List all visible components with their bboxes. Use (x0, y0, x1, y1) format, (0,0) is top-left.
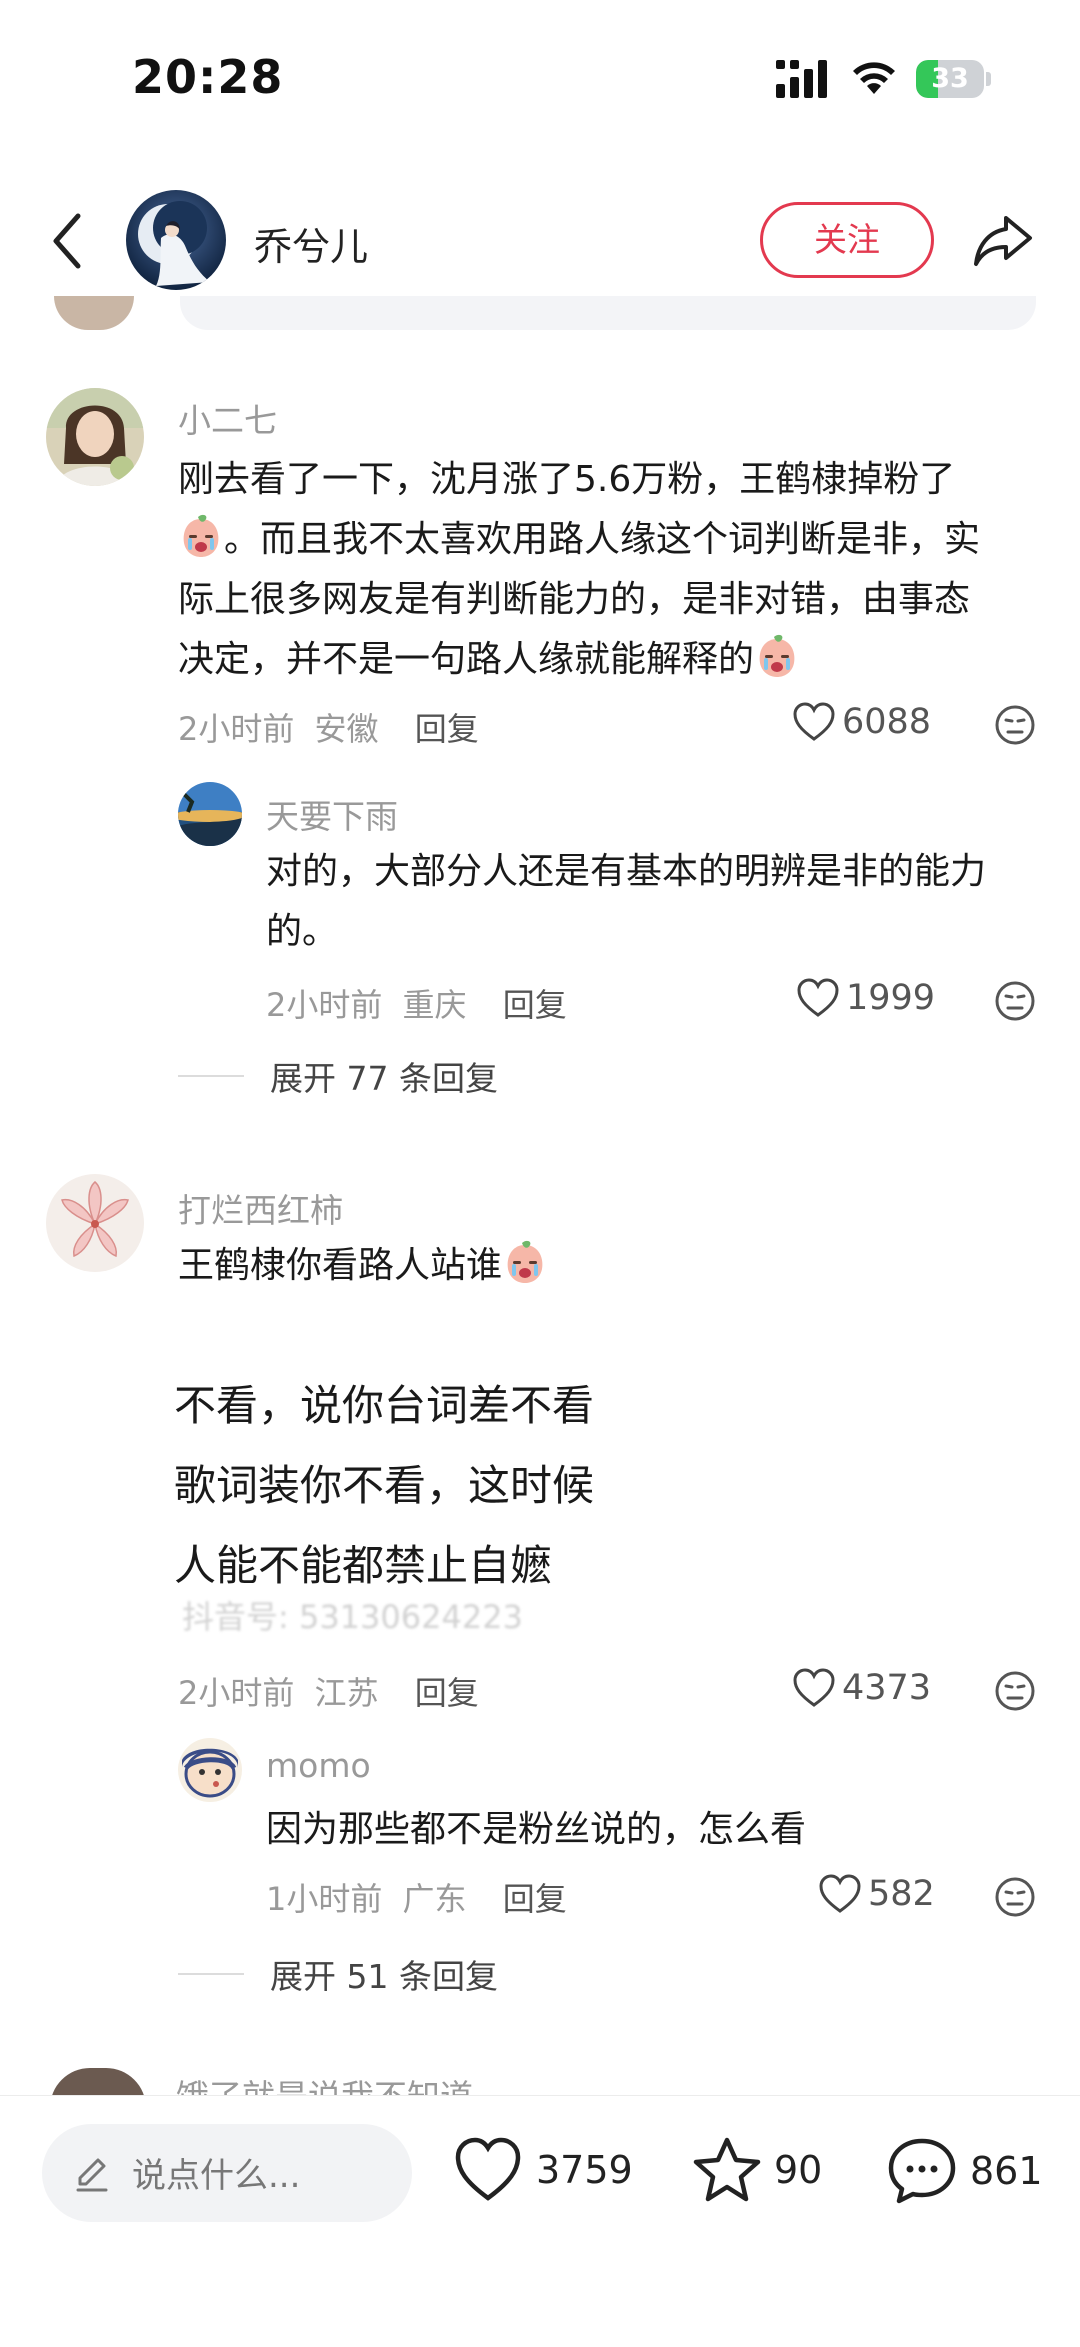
cellular-signal-icon (776, 60, 827, 98)
post-favorite-button[interactable]: 90 (692, 2136, 822, 2204)
post-comment-button[interactable]: 861 (886, 2136, 1043, 2206)
expand-replies-button[interactable]: 展开 51 条回复 (178, 1950, 498, 1998)
image-watermark: 抖音号: 53130624223 (182, 1598, 523, 1636)
reply-button[interactable]: 回复 (415, 1674, 479, 1712)
comment-meta: 2小时前 安徽 回复 (178, 704, 479, 750)
crying-peach-emoji-icon (507, 1240, 543, 1283)
image-text-line: 不看，说你台词差不看 (174, 1381, 595, 1430)
comment-avatar[interactable] (46, 1174, 144, 1272)
reply-line: 对的，大部分人还是有基本的明辨是非的能力 (266, 851, 987, 892)
lily-flower-avatar-image (46, 1174, 144, 1272)
like-count: 1999 (846, 978, 936, 1018)
reply-location: 重庆 (402, 986, 467, 1024)
like-button[interactable]: 6088 (792, 702, 931, 742)
comment-time: 2小时前 (178, 710, 295, 748)
comment-attached-image[interactable]: 不看，说你台词差不看 歌词装你不看，这时候 人能不能都禁止自嬷 抖音号: 531… (170, 1320, 620, 1650)
reply-button[interactable]: 回复 (415, 710, 479, 748)
battery-percent: 33 (931, 63, 969, 94)
comment-content: 刚去看了一下，沈月涨了5.6万粉，王鹤棣掉粉了 。而且我不太喜欢用路人缘这个词判… (178, 450, 1048, 690)
share-icon[interactable] (968, 206, 1038, 276)
image-text-line: 人能不能都禁止自嬷 (174, 1541, 553, 1590)
reply-content: 对的，大部分人还是有基本的明辨是非的能力 的。 (266, 842, 1046, 962)
comment-username[interactable]: 小二七 (178, 394, 277, 442)
follow-button[interactable]: 关注 (760, 202, 934, 278)
heart-icon (793, 1668, 835, 1707)
like-button[interactable]: 582 (818, 1874, 935, 1914)
comment-input-placeholder[interactable]: 说点什么... (132, 2148, 300, 2197)
reply-meta: 1小时前 广东 回复 (266, 1874, 567, 1920)
like-button[interactable]: 4373 (792, 1668, 931, 1708)
previous-comment-card (180, 296, 1036, 330)
crying-peach-emoji-icon (759, 634, 795, 677)
post-favorite-count: 90 (774, 2148, 823, 2192)
comment-meta: 2小时前 江苏 回复 (178, 1668, 479, 1714)
crying-peach-emoji-icon (183, 514, 219, 557)
author-avatar[interactable] (126, 190, 226, 290)
heart-icon (793, 702, 835, 741)
dislike-face-icon[interactable] (994, 704, 1036, 746)
reply-line: 因为那些都不是粉丝说的，怎么看 (266, 1809, 807, 1850)
reply-meta: 2小时前 重庆 回复 (266, 980, 567, 1026)
back-arrow-icon[interactable] (44, 206, 94, 276)
heart-icon (797, 978, 839, 1017)
post-like-button[interactable]: 3759 (452, 2136, 633, 2204)
reply-location: 广东 (402, 1880, 467, 1918)
expand-label: 展开 77 条回复 (270, 1059, 498, 1098)
like-count: 6088 (842, 702, 932, 742)
heart-icon (819, 1874, 861, 1913)
like-button[interactable]: 1999 (796, 978, 935, 1018)
pencil-icon (76, 2158, 108, 2192)
comment-line-with-emoji: 。而且我不太喜欢用路人缘这个词判断是非，实 (178, 510, 1048, 570)
reply-time: 2小时前 (266, 986, 383, 1024)
reply-time: 1小时前 (266, 1880, 383, 1918)
post-like-count: 3759 (536, 2148, 633, 2192)
expand-replies-button[interactable]: 展开 77 条回复 (178, 1052, 498, 1100)
post-header: 乔兮儿 关注 (0, 180, 1080, 300)
moon-girl-avatar-image (126, 190, 226, 290)
cartoon-face-avatar-image (178, 1738, 242, 1802)
comment-content: 王鹤棣你看路人站谁 (178, 1236, 1048, 1296)
post-comment-count: 861 (970, 2149, 1043, 2193)
status-time: 20:28 (132, 50, 284, 104)
heart-icon (455, 2137, 521, 2201)
comment-line: 刚去看了一下，沈月涨了5.6万粉，王鹤棣掉粉了 (178, 459, 956, 500)
comment-location: 江苏 (314, 1674, 379, 1712)
like-count: 582 (868, 1874, 935, 1914)
reply-avatar[interactable] (178, 782, 242, 846)
like-count: 4373 (842, 1668, 932, 1708)
wifi-icon (853, 62, 895, 94)
girl-photo-avatar-image (46, 388, 144, 486)
comment-bubble-icon (888, 2138, 956, 2204)
reply-username[interactable]: 天要下雨 (266, 790, 398, 838)
comment-line-with-emoji: 决定，并不是一句路人缘就能解释的 (178, 630, 1048, 690)
bottom-action-bar: 说点什么... 3759 90 861 (0, 2095, 1080, 2347)
dislike-face-icon[interactable] (994, 1670, 1036, 1712)
reply-line: 的。 (266, 911, 339, 952)
comment-line-with-emoji: 王鹤棣你看路人站谁 (178, 1236, 1048, 1296)
reply-username[interactable]: momo (266, 1746, 371, 1785)
expand-divider (178, 1973, 244, 1975)
author-name[interactable]: 乔兮儿 (254, 216, 368, 271)
dislike-face-icon[interactable] (994, 1876, 1036, 1918)
previous-comment-avatar (54, 296, 134, 330)
image-text-line: 歌词装你不看，这时候 (174, 1461, 595, 1510)
seascape-avatar-image (178, 782, 242, 846)
reply-button[interactable]: 回复 (503, 1880, 567, 1918)
star-icon (693, 2137, 761, 2202)
comment-line: 际上很多网友是有判断能力的，是非对错，由事态 (178, 579, 971, 620)
comment-username[interactable]: 打烂西红柿 (178, 1184, 343, 1232)
battery-icon: 33 (916, 60, 992, 98)
reply-button[interactable]: 回复 (503, 986, 567, 1024)
expand-label: 展开 51 条回复 (270, 1957, 498, 1996)
comment-avatar[interactable] (46, 388, 144, 486)
expand-divider (178, 1075, 244, 1077)
dislike-face-icon[interactable] (994, 980, 1036, 1022)
status-bar: 20:28 33 (0, 0, 1080, 150)
comment-location: 安徽 (314, 710, 379, 748)
comment-time: 2小时前 (178, 1674, 295, 1712)
reply-avatar[interactable] (178, 1738, 242, 1802)
reply-content: 因为那些都不是粉丝说的，怎么看 (266, 1800, 1046, 1860)
